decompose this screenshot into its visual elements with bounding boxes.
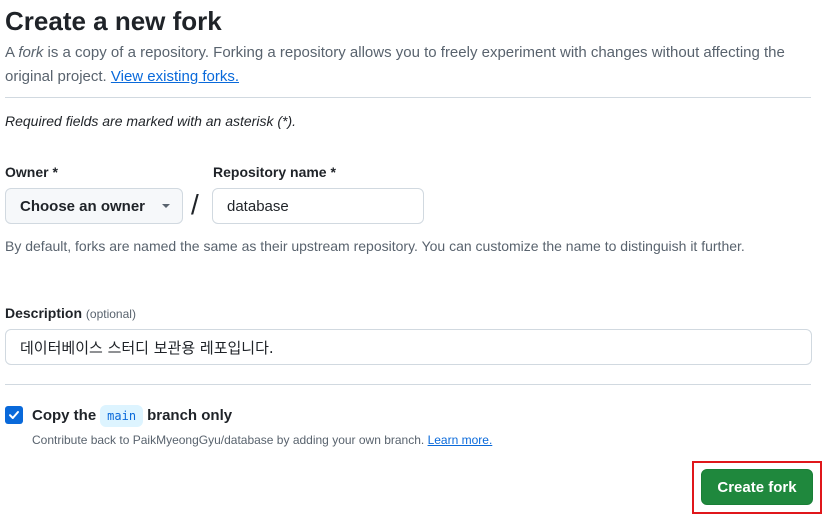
caret-down-icon — [162, 204, 170, 208]
create-fork-page: Create a new fork A fork is a copy of a … — [0, 0, 828, 523]
copy-branch-label: Copy the main branch only — [32, 404, 232, 428]
repository-name-label: Repository name * — [213, 164, 336, 180]
owner-dropdown-label: Choose an owner — [20, 197, 146, 215]
description-label: Description (optional) — [5, 305, 136, 321]
required-fields-note: Required fields are marked with an aster… — [5, 113, 297, 129]
owner-label: Owner * — [5, 164, 58, 180]
page-title: Create a new fork — [5, 6, 222, 36]
divider-top — [5, 97, 811, 98]
repository-name-input[interactable] — [212, 188, 424, 224]
view-existing-forks-link[interactable]: View existing forks. — [111, 68, 239, 85]
repository-name-hint: By default, forks are named the same as … — [5, 238, 745, 254]
description-input[interactable] — [5, 329, 812, 365]
optional-tag: (optional) — [85, 307, 136, 321]
owner-dropdown-button[interactable]: Choose an owner — [5, 188, 183, 224]
checkmark-icon — [9, 411, 19, 419]
branch-name-badge: main — [100, 405, 144, 427]
divider-bottom — [5, 384, 811, 385]
copy-branch-help-text: Contribute back to PaikMyeongGyu/databas… — [32, 433, 493, 447]
page-description: A fork is a copy of a repository. Forkin… — [5, 44, 785, 85]
fork-emphasis: fork — [18, 44, 44, 61]
create-fork-button[interactable]: Create fork — [701, 469, 813, 505]
learn-more-link[interactable]: Learn more. — [428, 433, 493, 447]
owner-repo-separator: / — [191, 189, 199, 220]
copy-main-branch-checkbox[interactable] — [5, 406, 23, 424]
